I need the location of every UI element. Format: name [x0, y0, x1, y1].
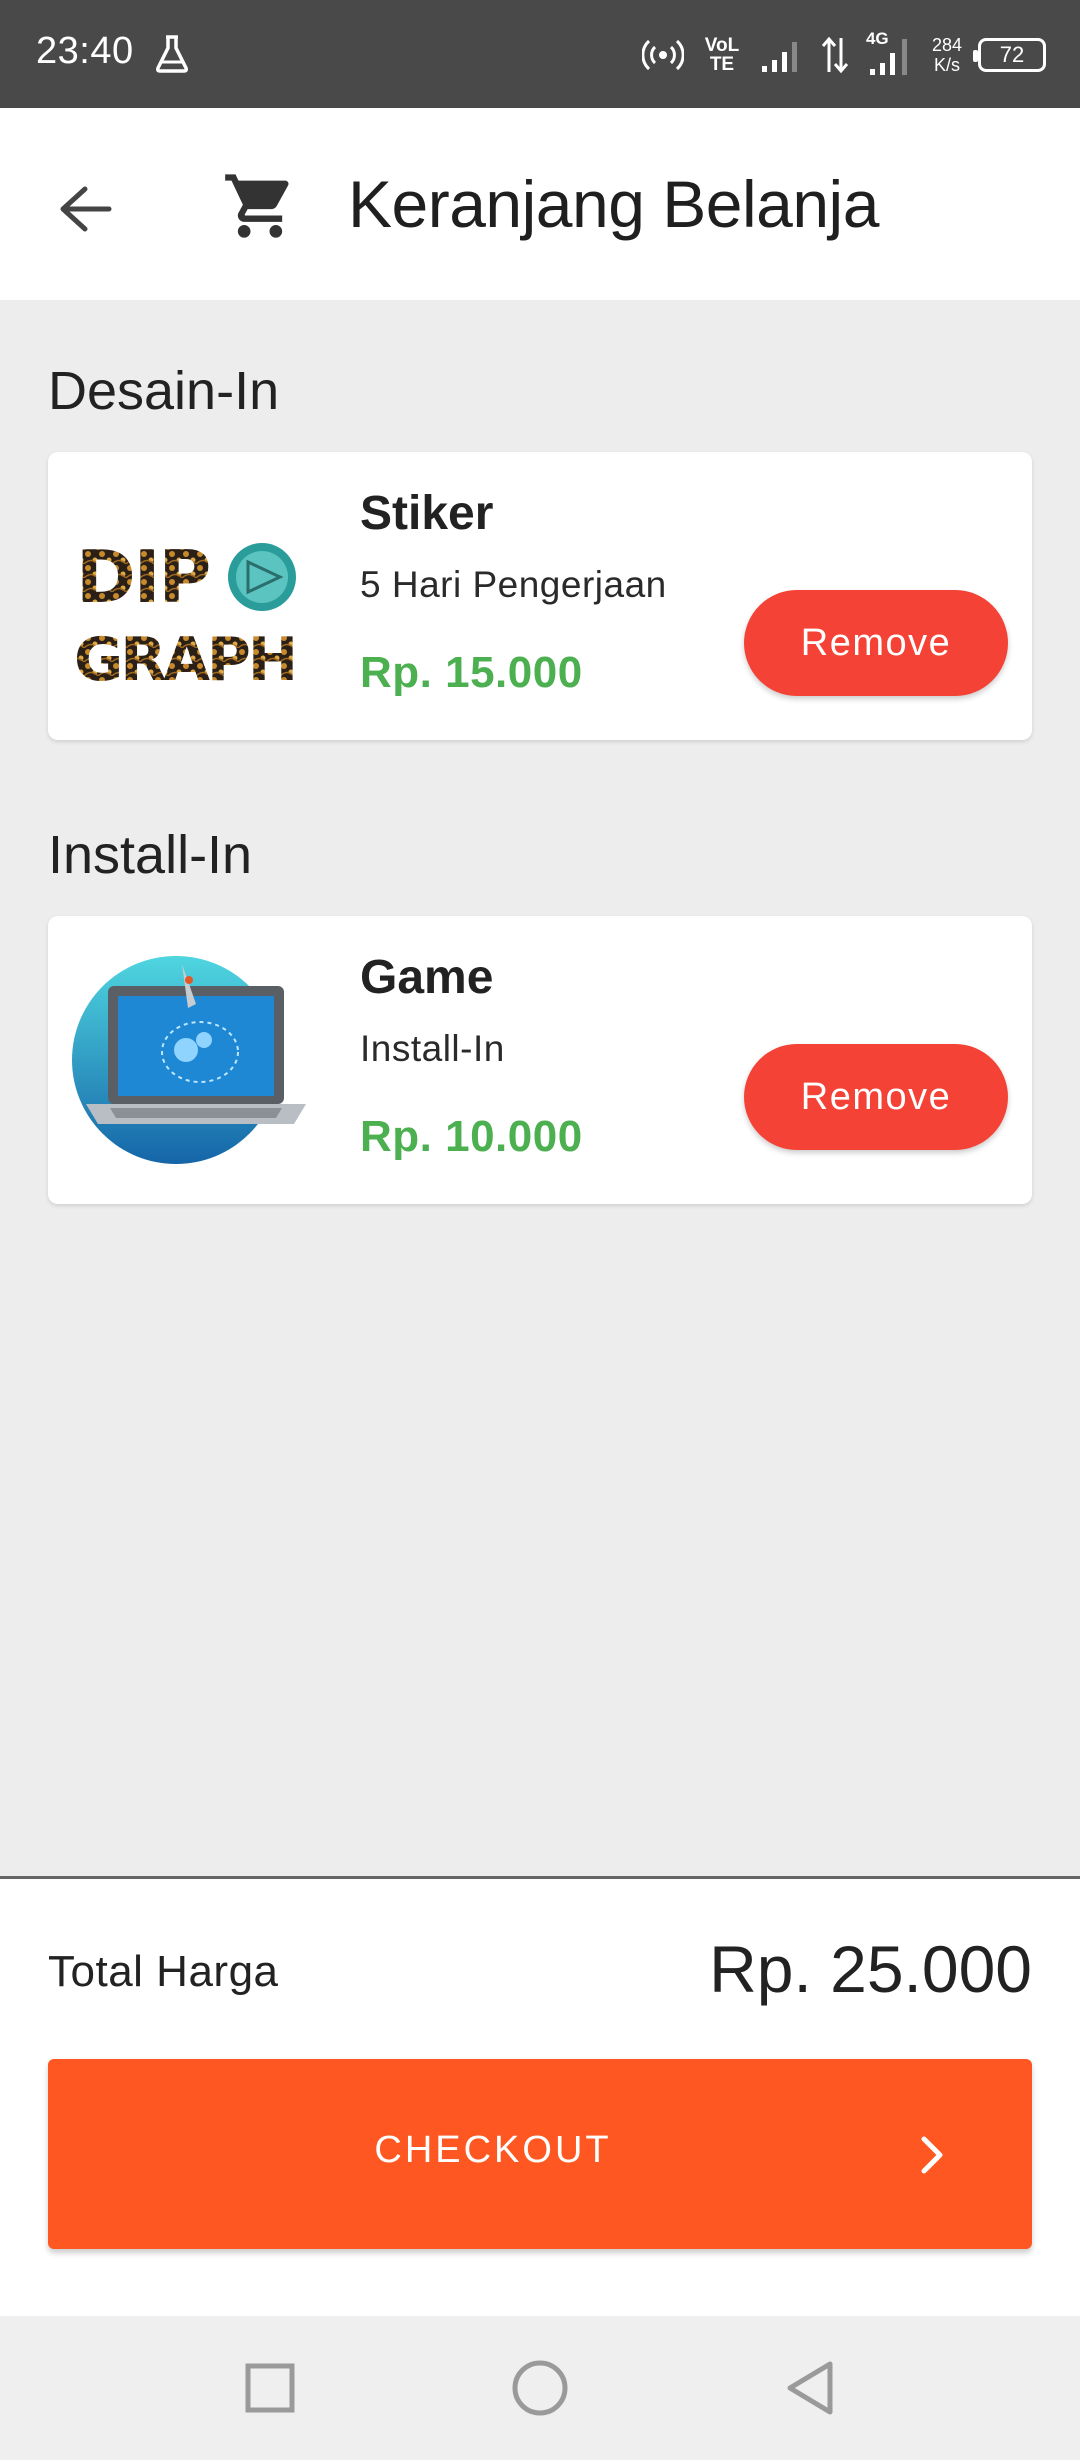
item-detail: 5 Hari Pengerjaan [360, 564, 667, 605]
home-button[interactable] [508, 2356, 572, 2420]
item-name: Stiker [360, 487, 494, 540]
status-time: 23:40 [36, 30, 134, 72]
section-title-install-in: Install-In [48, 825, 253, 885]
back-nav-button[interactable] [778, 2356, 842, 2420]
cart-item-card: Game Install-In Rp. 10.000 Remove [48, 916, 1032, 1204]
page-title: Keranjang Belanja [348, 167, 879, 241]
circle-icon [512, 2360, 568, 2416]
square-icon [245, 2363, 295, 2413]
network-speed: 284 K/s [932, 35, 962, 75]
item-detail: Install-In [360, 1028, 505, 1069]
checkout-panel: Total Harga Rp. 25.000 CHECKOUT [0, 1876, 1080, 2316]
dipograph-logo: DIP GRAPH [74, 535, 298, 695]
speed-value: 284 [931, 35, 962, 55]
back-button[interactable] [50, 174, 120, 244]
triangle-back-icon [787, 2361, 833, 2415]
svg-text:DIP: DIP [76, 535, 209, 619]
status-icons: VoLTE 4G 284 K/s 72 [641, 26, 1046, 84]
total-label: Total Harga [48, 1947, 279, 1996]
recents-button[interactable] [238, 2356, 302, 2420]
signal-1-icon [761, 42, 797, 72]
status-bar: 23:40 VoLTE 4G 284 K/s 72 [0, 0, 1080, 108]
remove-button[interactable]: Remove [744, 590, 1008, 696]
checkout-button[interactable]: CHECKOUT [48, 2059, 1032, 2249]
speed-unit: K/s [933, 55, 960, 75]
laptop-rocket-image [72, 956, 306, 1164]
signal-2-icon [869, 39, 907, 75]
remove-button[interactable]: Remove [744, 1044, 1008, 1150]
section-title-desain-in: Desain-In [48, 361, 280, 421]
battery-level: 72 [999, 42, 1025, 67]
item-price: Rp. 10.000 [360, 1112, 583, 1161]
flask-icon [156, 35, 188, 73]
item-price: Rp. 15.000 [360, 648, 583, 697]
shopping-cart-icon [225, 174, 289, 238]
signal-2-group: 4G [866, 29, 916, 77]
checkout-label: CHECKOUT [374, 2129, 612, 2171]
chevron-right-icon [921, 2136, 943, 2174]
item-name: Game [360, 951, 494, 1004]
battery-icon: 72 [973, 38, 1046, 72]
svg-text:GRAPH: GRAPH [74, 625, 295, 695]
cart-item-card: DIP GRAPH Stiker 5 Hari Pengerjaan Rp. 1… [48, 452, 1032, 740]
total-value: Rp. 25.000 [709, 1932, 1032, 2006]
system-nav-bar [0, 2316, 1080, 2460]
volte-label: VoLTE [704, 35, 740, 75]
arrow-left-icon [60, 186, 112, 232]
data-arrows-icon [821, 36, 849, 74]
app-bar: Keranjang Belanja [0, 108, 1080, 300]
hotspot-icon [641, 39, 684, 71]
